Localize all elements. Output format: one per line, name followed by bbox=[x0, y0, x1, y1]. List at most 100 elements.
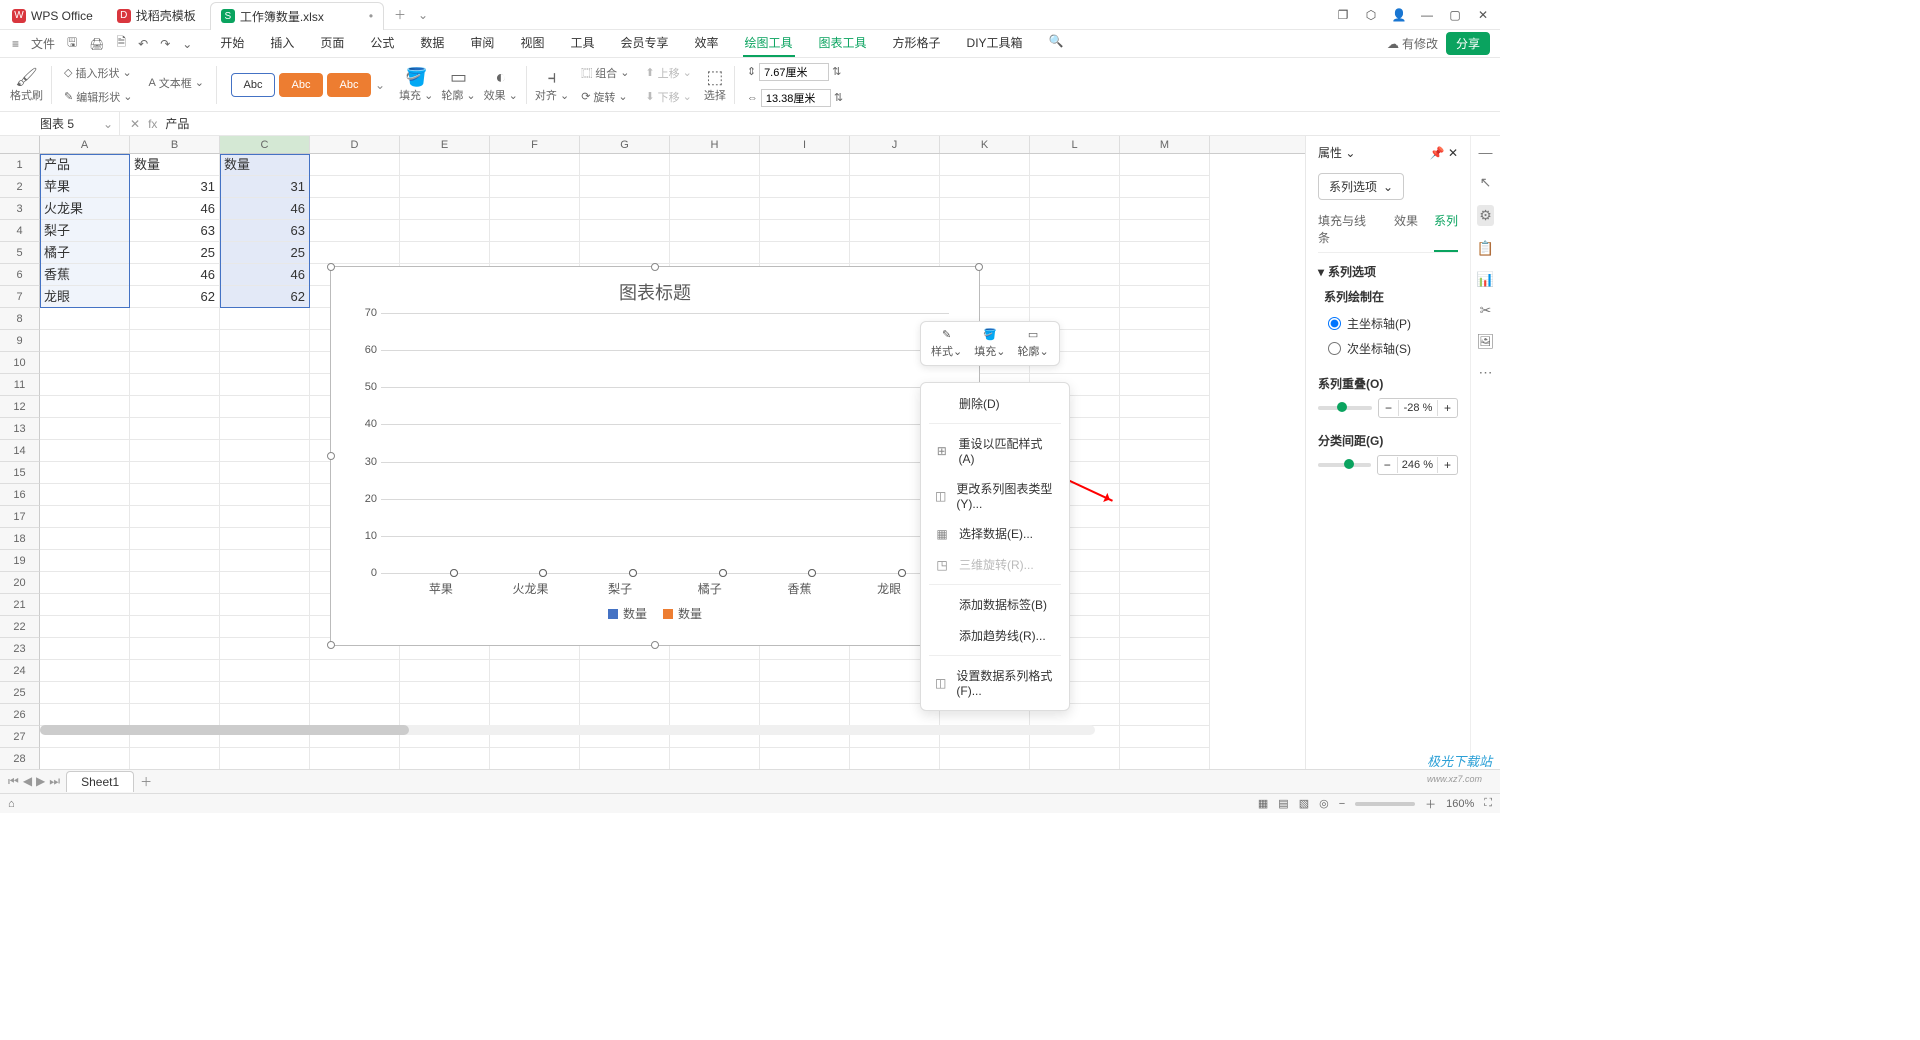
cell[interactable] bbox=[1120, 176, 1210, 198]
cell[interactable] bbox=[220, 506, 310, 528]
cell[interactable] bbox=[40, 550, 130, 572]
col-header[interactable]: B bbox=[130, 136, 220, 153]
cell[interactable] bbox=[1120, 440, 1210, 462]
sheet-tab[interactable]: Sheet1 bbox=[66, 771, 134, 792]
cell[interactable] bbox=[310, 220, 400, 242]
zoom-in-button[interactable]: ＋ bbox=[1425, 796, 1436, 812]
cell[interactable] bbox=[130, 682, 220, 704]
bring-forward-button[interactable]: ⬆上移⌄ bbox=[641, 63, 695, 83]
cell[interactable] bbox=[1120, 264, 1210, 286]
mini-fill-button[interactable]: 🪣填充⌄ bbox=[974, 328, 1005, 359]
cell[interactable] bbox=[1030, 220, 1120, 242]
cell[interactable] bbox=[760, 220, 850, 242]
cell[interactable]: 苹果 bbox=[40, 176, 130, 198]
cell[interactable] bbox=[940, 220, 1030, 242]
cell[interactable] bbox=[220, 660, 310, 682]
cell[interactable] bbox=[490, 176, 580, 198]
cell[interactable] bbox=[40, 418, 130, 440]
menu-format-series[interactable]: ◫设置数据系列格式(F)... bbox=[921, 660, 1069, 705]
cell[interactable] bbox=[490, 242, 580, 264]
row-header[interactable]: 23 bbox=[0, 638, 40, 660]
app-tab-wps[interactable]: W WPS Office bbox=[2, 2, 103, 30]
cell[interactable] bbox=[40, 506, 130, 528]
tools-icon[interactable]: ✂ bbox=[1480, 302, 1492, 319]
tab-diy-toolbox[interactable]: DIY工具箱 bbox=[965, 30, 1025, 57]
cell[interactable] bbox=[760, 198, 850, 220]
row-header[interactable]: 27 bbox=[0, 726, 40, 748]
cell[interactable] bbox=[760, 176, 850, 198]
maximize-button[interactable]: ▢ bbox=[1448, 8, 1462, 22]
cell[interactable]: 46 bbox=[220, 264, 310, 286]
tab-start[interactable]: 开始 bbox=[218, 30, 246, 57]
cell[interactable] bbox=[1120, 550, 1210, 572]
cell[interactable]: 46 bbox=[130, 264, 220, 286]
cell[interactable] bbox=[310, 682, 400, 704]
cell[interactable] bbox=[1030, 286, 1120, 308]
cancel-icon[interactable]: ✕ bbox=[130, 117, 140, 131]
resize-handle[interactable] bbox=[975, 263, 983, 271]
cell[interactable] bbox=[40, 660, 130, 682]
cell[interactable] bbox=[1120, 154, 1210, 176]
cell[interactable] bbox=[220, 440, 310, 462]
cell[interactable] bbox=[130, 462, 220, 484]
qat-dropdown-icon[interactable]: ⌄ bbox=[180, 35, 194, 53]
cell[interactable] bbox=[130, 308, 220, 330]
print-icon[interactable]: 🖨 bbox=[87, 35, 106, 53]
cell[interactable] bbox=[310, 176, 400, 198]
resize-handle[interactable] bbox=[651, 263, 659, 271]
outline-button[interactable]: ▭轮廓 ⌄ bbox=[441, 67, 475, 103]
col-header[interactable]: M bbox=[1120, 136, 1210, 153]
cell[interactable] bbox=[40, 528, 130, 550]
add-sheet-button[interactable]: ＋ bbox=[140, 773, 152, 790]
cell[interactable]: 25 bbox=[130, 242, 220, 264]
cell[interactable] bbox=[940, 198, 1030, 220]
cell[interactable] bbox=[580, 176, 670, 198]
tab-list-button[interactable]: ⌄ bbox=[414, 8, 432, 22]
cell[interactable] bbox=[130, 638, 220, 660]
row-header[interactable]: 2 bbox=[0, 176, 40, 198]
row-header[interactable]: 7 bbox=[0, 286, 40, 308]
cell[interactable] bbox=[1120, 418, 1210, 440]
cell[interactable] bbox=[130, 396, 220, 418]
select-all-corner[interactable] bbox=[0, 136, 40, 153]
cell[interactable] bbox=[130, 660, 220, 682]
cell[interactable] bbox=[850, 198, 940, 220]
cell[interactable] bbox=[1030, 154, 1120, 176]
cell[interactable] bbox=[1120, 572, 1210, 594]
fullscreen-icon[interactable]: ⛶ bbox=[1484, 797, 1492, 810]
cell[interactable] bbox=[760, 748, 850, 770]
menu-select-data[interactable]: ▦选择数据(E)... bbox=[921, 518, 1069, 549]
cell[interactable] bbox=[220, 352, 310, 374]
cell[interactable] bbox=[220, 682, 310, 704]
cell[interactable] bbox=[220, 572, 310, 594]
cell[interactable] bbox=[760, 660, 850, 682]
row-header[interactable]: 12 bbox=[0, 396, 40, 418]
sheet-grid[interactable]: A B C D E F G H I J K L M 1产品数量数量2苹果3131… bbox=[0, 136, 1305, 781]
app-tab-templates[interactable]: D 找稻壳模板 bbox=[107, 2, 206, 30]
cell[interactable] bbox=[1120, 682, 1210, 704]
cursor-icon[interactable]: ↖ bbox=[1480, 174, 1492, 191]
tab-data[interactable]: 数据 bbox=[418, 30, 446, 57]
cell[interactable] bbox=[1120, 748, 1210, 770]
cell[interactable] bbox=[130, 528, 220, 550]
col-header[interactable]: E bbox=[400, 136, 490, 153]
cell[interactable] bbox=[220, 594, 310, 616]
cell[interactable] bbox=[760, 242, 850, 264]
avatar-icon[interactable]: 👤 bbox=[1392, 8, 1406, 22]
cell[interactable]: 橘子 bbox=[40, 242, 130, 264]
cell[interactable] bbox=[580, 660, 670, 682]
text-box-button[interactable]: A文本框⌄ bbox=[144, 73, 208, 93]
cell[interactable] bbox=[220, 462, 310, 484]
tab-member[interactable]: 会员专享 bbox=[618, 30, 670, 57]
row-header[interactable]: 8 bbox=[0, 308, 40, 330]
tab-view[interactable]: 视图 bbox=[518, 30, 546, 57]
cell[interactable] bbox=[580, 220, 670, 242]
sheet-nav-prev[interactable]: ◀ bbox=[23, 774, 32, 789]
cell[interactable] bbox=[940, 176, 1030, 198]
row-header[interactable]: 10 bbox=[0, 352, 40, 374]
zoom-out-button[interactable]: − bbox=[1339, 798, 1345, 810]
style-gallery-expand[interactable]: ⌄ bbox=[375, 78, 385, 92]
cell[interactable] bbox=[400, 242, 490, 264]
cell[interactable] bbox=[940, 748, 1030, 770]
row-header[interactable]: 28 bbox=[0, 748, 40, 770]
